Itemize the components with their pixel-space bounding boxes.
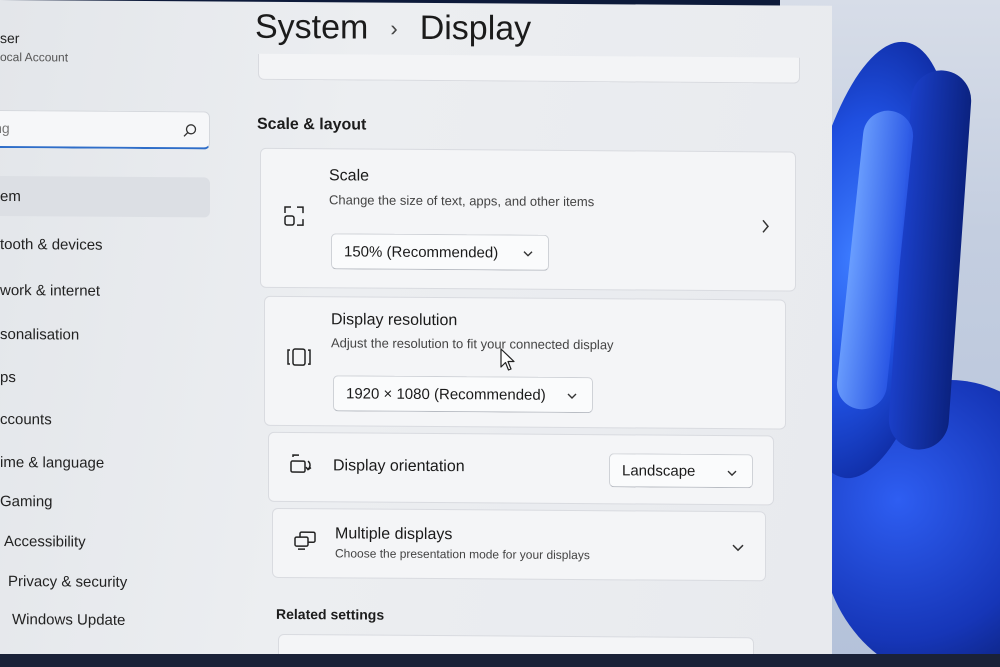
section-title-scale-layout: Scale & layout	[257, 115, 367, 134]
scale-description: Change the size of text, apps, and other…	[329, 192, 595, 210]
sidebar-item-label: work & internet	[0, 281, 101, 300]
sidebar-item-privacy-security[interactable]: Privacy & security	[8, 561, 228, 603]
search-icon[interactable]	[183, 123, 197, 137]
resolution-title: Display resolution	[331, 311, 458, 330]
settings-window: ser ocal Account em tooth & devices work…	[0, 0, 832, 667]
orientation-icon	[290, 454, 312, 473]
display-resolution-card: Display resolution Adjust the resolution…	[264, 295, 786, 430]
previous-card	[258, 53, 800, 84]
scale-title: Scale	[329, 167, 370, 185]
sidebar-item-apps[interactable]: ps	[0, 357, 220, 399]
scale-card[interactable]: Scale Change the size of text, apps, and…	[260, 147, 796, 292]
sidebar-item-label: Windows Update	[12, 610, 126, 629]
sidebar-nav: em tooth & devices work & internet sonal…	[0, 0, 230, 628]
orientation-dropdown-value: Landscape	[622, 461, 696, 480]
sidebar-item-label: ps	[0, 368, 16, 386]
sidebar-item-network[interactable]: work & internet	[0, 270, 220, 312]
resolution-icon	[287, 348, 311, 366]
main-content: System › Display Scale & layout Scale Ch…	[250, 2, 810, 667]
orientation-dropdown[interactable]: Landscape	[609, 453, 753, 489]
scale-dropdown[interactable]: 150% (Recommended)	[331, 233, 549, 271]
sidebar-item-system[interactable]: em	[0, 175, 210, 218]
chevron-down-icon	[523, 251, 533, 257]
chevron-down-icon	[567, 393, 577, 399]
search-input[interactable]	[0, 119, 161, 138]
user-account-type: ocal Account	[0, 50, 69, 65]
sidebar-item-accounts[interactable]: ccounts	[0, 399, 220, 441]
section-title-related-settings: Related settings	[276, 605, 385, 623]
sidebar-item-accessibility[interactable]: Accessibility	[4, 521, 224, 563]
display-orientation-card: Display orientation Landscape	[268, 431, 774, 506]
sidebar-item-gaming[interactable]: Gaming	[0, 481, 220, 523]
search-box[interactable]	[0, 109, 210, 150]
resolution-dropdown-value: 1920 × 1080 (Recommended)	[346, 384, 546, 404]
page-title: Display	[419, 8, 532, 48]
sidebar-item-label: tooth & devices	[0, 235, 103, 254]
multiple-displays-title: Multiple displays	[335, 525, 453, 544]
sidebar-item-label: Accessibility	[4, 532, 86, 551]
sidebar-item-label: ccounts	[0, 410, 52, 428]
breadcrumb-parent[interactable]: System	[255, 8, 368, 48]
sidebar-item-personalisation[interactable]: sonalisation	[0, 314, 220, 356]
scale-dropdown-value: 150% (Recommended)	[344, 242, 499, 261]
sidebar-item-windows-update[interactable]: Windows Update	[12, 599, 232, 641]
scale-icon	[284, 206, 304, 226]
sidebar-item-time-language[interactable]: ime & language	[0, 442, 220, 484]
sidebar-item-label: sonalisation	[0, 325, 80, 344]
multiple-displays-description: Choose the presentation mode for your di…	[335, 546, 590, 563]
chevron-down-icon	[727, 470, 737, 477]
taskbar	[0, 654, 1000, 667]
sidebar: ser ocal Account em tooth & devices work…	[0, 0, 230, 662]
breadcrumb: System › Display	[255, 8, 531, 49]
breadcrumb-separator: ›	[390, 15, 398, 41]
sidebar-item-bluetooth[interactable]: tooth & devices	[0, 224, 220, 266]
multiple-displays-icon	[294, 531, 316, 550]
sidebar-item-label: em	[0, 187, 21, 205]
chevron-down-icon[interactable]	[731, 542, 745, 554]
mouse-cursor-icon	[500, 348, 515, 371]
user-name: ser	[0, 30, 20, 47]
chevron-right-icon[interactable]	[759, 218, 771, 234]
multiple-displays-card[interactable]: Multiple displays Choose the presentatio…	[272, 507, 766, 582]
orientation-title: Display orientation	[333, 457, 465, 476]
sidebar-item-label: Privacy & security	[8, 572, 128, 591]
sidebar-item-label: ime & language	[0, 453, 105, 472]
resolution-description: Adjust the resolution to fit your connec…	[331, 335, 614, 353]
sidebar-item-label: Gaming	[0, 492, 53, 510]
resolution-dropdown[interactable]: 1920 × 1080 (Recommended)	[333, 375, 593, 414]
